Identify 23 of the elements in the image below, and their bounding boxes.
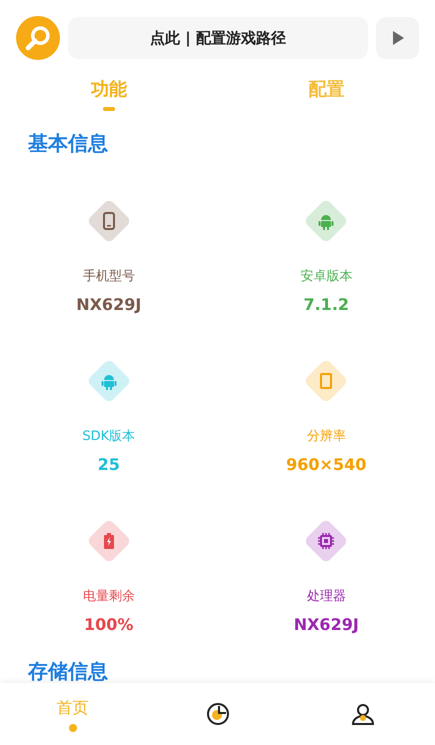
logo-icon xyxy=(16,16,60,60)
info-value: 25 xyxy=(98,454,120,476)
person-icon[interactable] xyxy=(350,701,376,727)
tab[interactable]: 功能 xyxy=(90,76,127,103)
path-button[interactable]: 点此 | 配置游戏路径 xyxy=(68,17,368,59)
info-value: 100% xyxy=(84,614,134,636)
info-label: 安卓版本 xyxy=(300,268,352,286)
info-label: 手机型号 xyxy=(82,268,135,286)
info-label: 处理器 xyxy=(306,588,346,606)
chart-pie-icon[interactable] xyxy=(204,701,230,727)
tab[interactable]: 配置 xyxy=(308,76,344,103)
info-label: SDK版本 xyxy=(82,428,136,446)
info-label: 分辨率 xyxy=(306,428,346,446)
play-icon xyxy=(390,30,404,46)
info-value: 960×540 xyxy=(286,454,366,476)
play-button[interactable] xyxy=(376,17,419,59)
section-title: 基本信息 xyxy=(27,130,109,155)
info-value: NX629J xyxy=(76,294,142,316)
nav-item[interactable]: 首页 xyxy=(56,696,88,732)
info-value: NX629J xyxy=(294,614,359,636)
info-value: 7.1.2 xyxy=(303,294,350,316)
section-title: 存储信息 xyxy=(26,659,109,683)
info-label: 电量剩余 xyxy=(82,588,135,606)
